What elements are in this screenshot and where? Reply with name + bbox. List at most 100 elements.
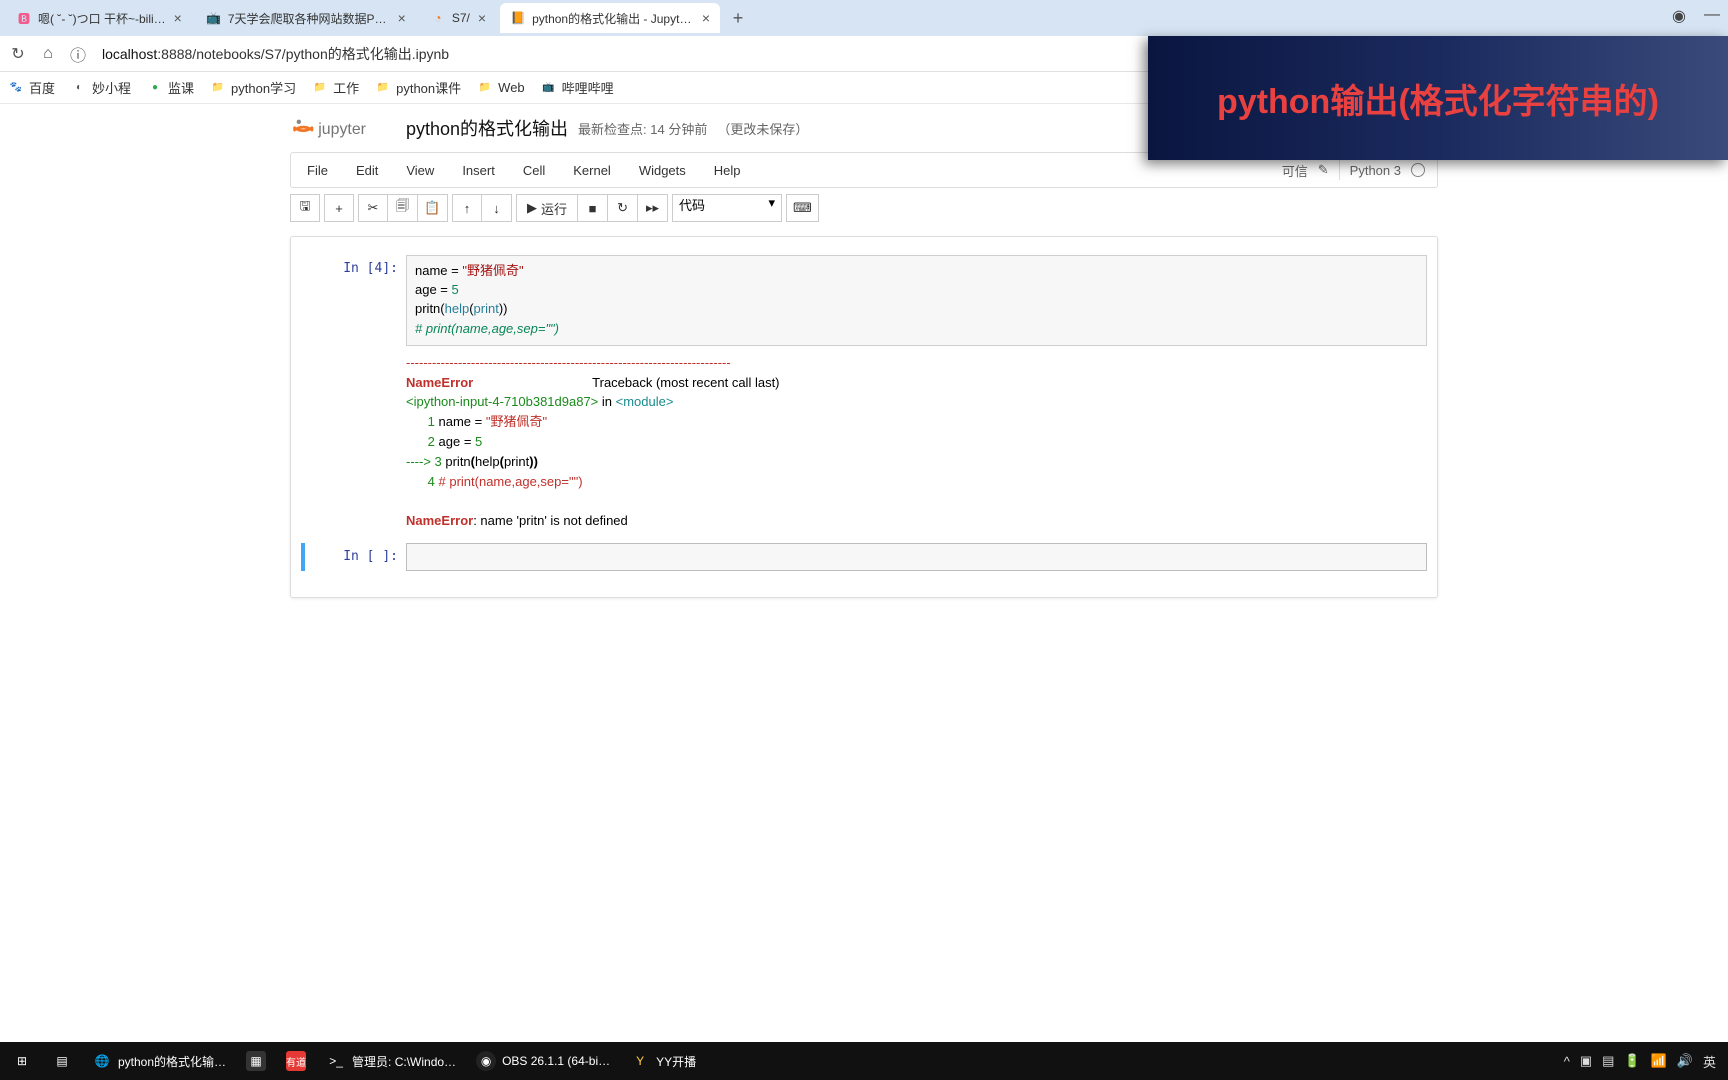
tab-label: 嗯( ˘- ˘)つ口 干杯~-bili… [38,10,166,27]
taskbar-cmd[interactable]: >_管理员: C:\Windo… [318,1045,464,1077]
code-cell-2[interactable]: In [ ]: [301,543,1427,571]
browser-tab-3[interactable]: 📙 python的格式化输出 - Jupyter N… × [500,3,720,33]
close-icon[interactable]: × [478,10,486,26]
folder-icon: 📁 [375,80,391,96]
url-path: :8888/notebooks/S7/python的格式化输出.ipynb [157,46,449,62]
run-button[interactable]: ▶ 运行 [516,194,578,222]
move-up-button[interactable]: ↑ [452,194,482,222]
chrome-icon: 🌐 [92,1051,112,1071]
browser-tab-1[interactable]: 📺 7天学会爬取各种网站数据Pytho… × [196,3,416,33]
reload-icon[interactable]: ↻ [8,44,28,64]
windows-icon: ⊞ [12,1051,32,1071]
trusted-label[interactable]: 可信 [1282,161,1308,180]
kernel-indicator-icon [1411,163,1425,177]
bookmark-python-slides[interactable]: 📁python课件 [375,78,461,97]
wifi-icon[interactable]: 📶 [1651,1053,1667,1069]
svg-text:jupyter: jupyter [317,121,366,138]
bookmark-baidu[interactable]: 🐾百度 [8,78,55,97]
input-prompt: In [ ]: [301,543,406,571]
volume-icon[interactable]: 🔊 [1677,1053,1693,1069]
jupyter-toolbar: 🖫 + ✂ 🗐 📋 ↑ ↓ ▶ 运行 ■ ↻ ▸▸ 代码 ⌨ [290,188,1438,228]
code-input[interactable] [406,543,1427,571]
menu-file[interactable]: File [295,157,340,184]
notebook-icon: 📙 [510,10,526,26]
notebook-title[interactable]: python的格式化输出 [406,115,568,141]
app-icon: ▦ [246,1051,266,1071]
add-cell-button[interactable]: + [324,194,354,222]
restart-button[interactable]: ↻ [608,194,638,222]
restart-run-all-button[interactable]: ▸▸ [638,194,668,222]
close-icon[interactable]: × [702,10,710,26]
windows-taskbar: ⊞ ▤ 🌐python的格式化输… ▦ 有道 >_管理员: C:\Windo… … [0,1042,1728,1080]
command-palette-button[interactable]: ⌨ [786,194,819,222]
tray-icon[interactable]: ▣ [1580,1053,1592,1069]
code-input[interactable]: name = "野猪佩奇" age = 5 pritn(help(print))… [406,255,1427,346]
paw-icon: 🐾 [8,80,24,96]
cut-button[interactable]: ✂ [358,194,388,222]
yy-icon: Y [630,1051,650,1071]
jupyter-icon: ◔ [430,10,446,26]
bilibili-icon: 🅱 [16,10,32,26]
site-info-icon[interactable]: ⓘ [68,44,88,64]
bookmark-web[interactable]: 📁Web [477,80,525,96]
task-view-button[interactable]: ▤ [44,1045,80,1077]
bookmark-miaoxiaocheng[interactable]: ◐妙小程 [71,78,131,97]
menu-cell[interactable]: Cell [511,157,557,184]
tray-icon[interactable]: ▤ [1602,1053,1614,1069]
tab-label: S7/ [452,11,470,25]
new-tab-button[interactable]: + [724,4,752,32]
menu-edit[interactable]: Edit [344,157,390,184]
obs-icon: ◉ [476,1051,496,1071]
input-prompt: In [4]: [301,255,406,535]
bookmark-jianke[interactable]: ●监课 [147,78,194,97]
chevron-up-icon[interactable]: ^ [1564,1054,1570,1069]
ime-label[interactable]: 英 [1703,1052,1716,1071]
menu-insert[interactable]: Insert [450,157,507,184]
taskbar-obs[interactable]: ◉OBS 26.1.1 (64-bi… [468,1045,618,1077]
tab-label: python的格式化输出 - Jupyter N… [532,10,694,27]
edit-icon[interactable]: ✎ [1318,162,1329,178]
close-icon[interactable]: × [174,10,182,26]
paste-button[interactable]: 📋 [418,194,448,222]
browser-tab-2[interactable]: ◔ S7/ × [420,3,496,33]
kernel-name[interactable]: Python 3 [1350,163,1401,178]
dot-icon: ● [147,80,163,96]
bookmark-work[interactable]: 📁工作 [312,78,359,97]
taskbar-app-1[interactable]: ▦ [238,1045,274,1077]
circle-icon: ◐ [71,80,87,96]
tv-icon: 📺 [541,80,557,96]
autosave-text: （更改未保存） [717,119,808,138]
account-icon[interactable]: ◉ [1672,6,1686,26]
home-icon[interactable]: ⌂ [38,44,58,64]
overlay-window[interactable]: python输出(格式化字符串的) [1148,36,1728,160]
menu-kernel[interactable]: Kernel [561,157,623,184]
menu-help[interactable]: Help [702,157,753,184]
copy-button[interactable]: 🗐 [388,194,418,222]
browser-tab-bar: 🅱 嗯( ˘- ˘)つ口 干杯~-bili… × 📺 7天学会爬取各种网站数据P… [0,0,1728,36]
bookmark-python-study[interactable]: 📁python学习 [210,78,296,97]
cell-type-select[interactable]: 代码 [672,194,782,222]
cell-output: ----------------------------------------… [406,346,1427,536]
folder-icon: 📁 [477,80,493,96]
menu-view[interactable]: View [394,157,446,184]
close-icon[interactable]: × [398,10,406,26]
bookmark-bilibili[interactable]: 📺哔哩哔哩 [541,78,614,97]
browser-tab-0[interactable]: 🅱 嗯( ˘- ˘)つ口 干杯~-bili… × [6,3,192,33]
jupyter-logo[interactable]: jupyter [290,114,396,142]
folder-icon: 📁 [210,80,226,96]
minimize-icon[interactable]: — [1704,6,1720,26]
code-cell-1[interactable]: In [4]: name = "野猪佩奇" age = 5 pritn(help… [301,255,1427,535]
battery-icon[interactable]: 🔋 [1624,1053,1640,1069]
youdao-icon: 有道 [286,1051,306,1071]
url-host: localhost [102,46,157,62]
menu-widgets[interactable]: Widgets [627,157,698,184]
taskbar-chrome[interactable]: 🌐python的格式化输… [84,1045,234,1077]
stop-button[interactable]: ■ [578,194,608,222]
taskview-icon: ▤ [52,1051,72,1071]
save-button[interactable]: 🖫 [290,194,320,222]
taskbar-youdao[interactable]: 有道 [278,1045,314,1077]
system-tray[interactable]: ^ ▣ ▤ 🔋 📶 🔊 英 [1564,1052,1724,1071]
move-down-button[interactable]: ↓ [482,194,512,222]
taskbar-yy[interactable]: YYY开播 [622,1045,704,1077]
start-button[interactable]: ⊞ [4,1045,40,1077]
